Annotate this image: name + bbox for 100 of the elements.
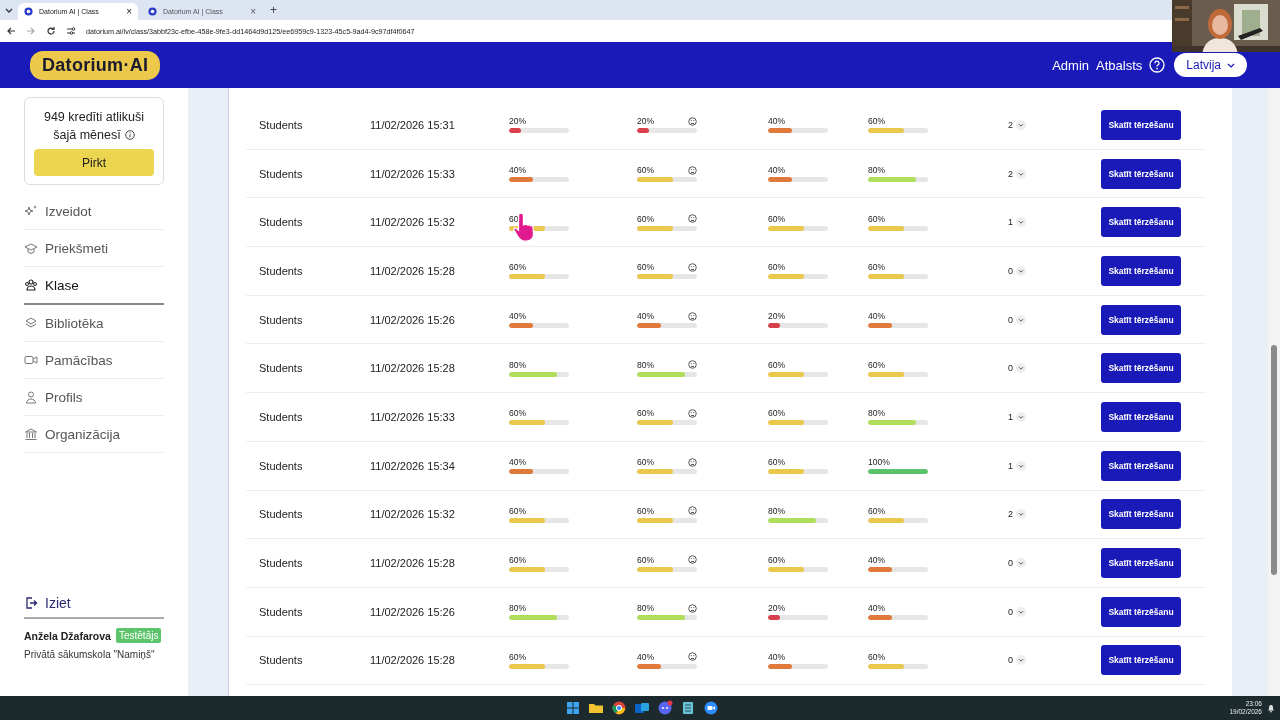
count-text: 2 (1008, 119, 1013, 130)
count-text: 2 (1008, 509, 1013, 520)
language-select[interactable]: Latvija (1174, 53, 1247, 77)
score-percent: 40% (768, 165, 785, 176)
sidebar-item[interactable]: Organizācija (24, 416, 164, 453)
emoji-icon[interactable] (688, 360, 697, 370)
emoji-icon[interactable] (688, 457, 697, 467)
score-percent: 60% (768, 262, 785, 273)
browser-icon[interactable] (611, 700, 627, 716)
notepad-icon[interactable] (680, 700, 696, 716)
logo[interactable]: Datorium·AI (30, 50, 161, 80)
table-cell-text: 11/02/2026 15:31 (370, 118, 456, 131)
count-text: 0 (1008, 655, 1013, 666)
table-cell-text: Students (259, 362, 304, 375)
score-percent: 60% (637, 554, 654, 565)
school-name: Privātā sākumskola "Namiņš" (24, 649, 156, 660)
sidebar-item[interactable]: Profils (24, 379, 164, 416)
table-cell-text: Students (259, 459, 304, 472)
score-percent: 20% (509, 116, 526, 127)
score-percent: 100% (868, 457, 890, 468)
header-link[interactable]: Atbalsts (1096, 57, 1143, 73)
header-link[interactable]: Admin (1052, 57, 1090, 73)
score-percent: 60% (509, 505, 526, 516)
score-percent: 60 (509, 213, 519, 224)
emoji-icon[interactable] (688, 603, 697, 613)
chat-app-icon[interactable] (657, 700, 673, 716)
score-percent: 40% (509, 311, 526, 322)
table-cell-text: 11/02/2026 15:28 (370, 557, 456, 570)
table-cell-text: 11/02/2026 15:26 (370, 605, 456, 618)
view-chat-button[interactable]: Skatīt tērzēšanu (1101, 548, 1181, 579)
emoji-icon[interactable] (688, 311, 697, 321)
view-chat-button[interactable]: Skatīt tērzēšanu (1101, 450, 1181, 481)
people-icon (24, 278, 38, 292)
sidebar-item[interactable]: Izveidot (24, 193, 164, 230)
count-text: 1 (1008, 217, 1013, 228)
user-name: Anžela Džafarova (24, 629, 111, 642)
view-chat-button[interactable]: Skatīt tērzēšanu (1101, 255, 1181, 286)
score-percent: 80% (768, 505, 785, 516)
scrollbar[interactable] (1268, 88, 1280, 696)
view-chat-button[interactable]: Skatīt tērzēšanu (1101, 304, 1181, 335)
emoji-icon[interactable] (688, 262, 697, 272)
close-tab-button[interactable]: × (126, 6, 132, 17)
mail-icon[interactable] (634, 700, 650, 716)
score-percent: 60% (868, 262, 885, 273)
view-chat-button[interactable]: Skatīt tērzēšanu (1101, 353, 1181, 384)
chevron-down-icon (1227, 61, 1235, 69)
score-percent: 60% (637, 408, 654, 419)
view-chat-button[interactable]: Skatīt tērzēšanu (1101, 207, 1181, 238)
score-percent: 60% (509, 408, 526, 419)
score-percent: 20% (768, 603, 785, 614)
reload-icon[interactable] (46, 26, 56, 36)
count-text: 1 (1008, 411, 1013, 422)
table-cell-text: 11/02/2026 15:28 (370, 654, 456, 667)
sidebar-item[interactable]: Klase (24, 267, 164, 305)
emoji-icon[interactable] (688, 408, 697, 418)
emoji-icon[interactable] (688, 116, 697, 126)
score-percent: 60% (637, 505, 654, 516)
windows-icon[interactable] (565, 700, 581, 716)
score-percent: 60% (637, 457, 654, 468)
view-chat-button[interactable]: Skatīt tērzēšanu (1101, 596, 1181, 627)
info-icon[interactable] (124, 130, 135, 140)
emoji-icon[interactable] (688, 652, 697, 662)
table-cell-text: Students (259, 167, 304, 180)
buy-button[interactable]: Pirkt (34, 149, 154, 176)
table-cell-text: Students (259, 313, 304, 326)
help-icon[interactable] (1149, 57, 1166, 73)
table-cell-text: 11/02/2026 15:32 (370, 216, 456, 229)
graduation-cap-icon (24, 241, 38, 255)
close-tab-button[interactable]: × (250, 6, 256, 17)
table-cell-text: 11/02/2026 15:33 (370, 167, 456, 180)
emoji-icon[interactable] (688, 214, 697, 224)
view-chat-button[interactable]: Skatīt tērzēšanu (1101, 158, 1181, 189)
emoji-icon[interactable] (688, 506, 697, 516)
new-tab-button[interactable]: + (270, 3, 277, 17)
count-text: 2 (1008, 168, 1013, 179)
back-icon[interactable] (6, 26, 16, 36)
sparkle-icon (24, 204, 38, 218)
site-settings-icon[interactable] (66, 26, 76, 36)
count-text: 1 (1008, 460, 1013, 471)
score-percent: 60% (768, 457, 785, 468)
score-percent: 40% (768, 651, 785, 662)
view-chat-button[interactable]: Skatīt tērzēšanu (1101, 401, 1181, 432)
logout-link[interactable]: Iziet (24, 589, 164, 619)
table-cell-text: Students (259, 410, 304, 423)
person-icon (24, 390, 38, 404)
view-chat-button[interactable]: Skatīt tērzēšanu (1101, 109, 1181, 140)
score-percent: 60% (509, 262, 526, 273)
view-chat-button[interactable]: Skatīt tērzēšanu (1101, 645, 1181, 676)
emoji-icon[interactable] (688, 555, 697, 565)
sidebar-item[interactable]: Bibliotēka (24, 305, 164, 342)
sidebar-item[interactable]: Priekšmeti (24, 230, 164, 267)
sidebar-item[interactable]: Pamācības (24, 342, 164, 379)
score-percent: 60% (768, 554, 785, 565)
score-percent: 40% (768, 116, 785, 127)
notification-bell-icon[interactable] (1266, 703, 1276, 713)
score-percent: 60% (768, 408, 785, 419)
table-cell-text: 11/02/2026 15:28 (370, 264, 456, 277)
emoji-icon[interactable] (688, 165, 697, 175)
view-chat-button[interactable]: Skatīt tērzēšanu (1101, 499, 1181, 530)
video-call-icon[interactable] (703, 700, 719, 716)
